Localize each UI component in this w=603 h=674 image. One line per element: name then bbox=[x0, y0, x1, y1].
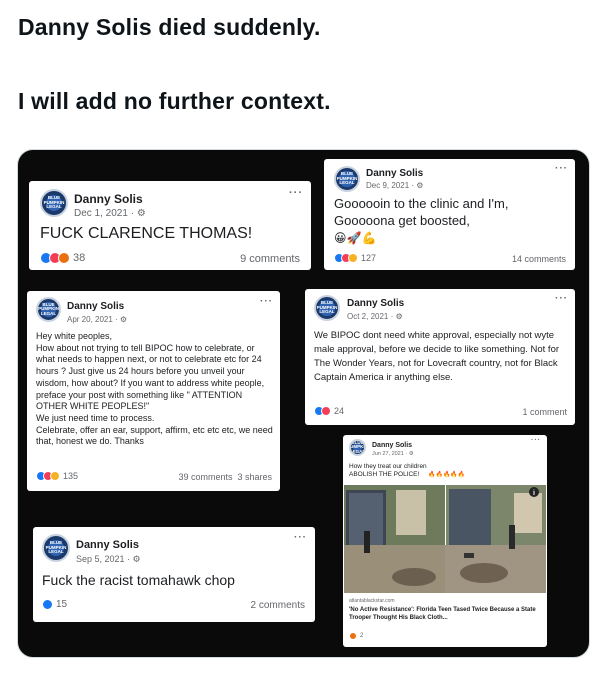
post-date: Jun 27, 2021 · ⚙ bbox=[372, 451, 414, 457]
post-author: Danny Solis bbox=[366, 168, 424, 179]
avatar: BLUE PUMPKIN LEGAL bbox=[40, 189, 68, 217]
more-options-icon[interactable]: ··· bbox=[289, 187, 303, 199]
reaction-summary[interactable]: 24 bbox=[314, 406, 344, 416]
post-text: Fuck the racist tomahawk chop bbox=[42, 572, 235, 588]
avatar-logo: BLUE PUMPKIN LEGAL bbox=[316, 300, 338, 316]
reaction-summary[interactable]: 38 bbox=[40, 252, 85, 264]
comment-count[interactable]: 39 comments 3 shares bbox=[178, 472, 272, 482]
comment-count[interactable]: 2 comments bbox=[251, 600, 305, 611]
post-card: BLUE PUMPKIN LEGAL Danny Solis Dec 9, 20… bbox=[324, 159, 575, 270]
emoji-line: 😀🚀💪 bbox=[334, 231, 377, 245]
post-text: How they treat our children ABOLISH THE … bbox=[349, 463, 427, 478]
care-reaction-icon bbox=[50, 471, 60, 481]
post-author: Danny Solis bbox=[372, 442, 413, 449]
reaction-count: 24 bbox=[334, 406, 345, 416]
more-options-icon[interactable]: ··· bbox=[531, 437, 541, 444]
post-author: Danny Solis bbox=[347, 298, 405, 309]
avatar: BLUE PUMPKIN LEGAL bbox=[42, 534, 70, 562]
reaction-count: 127 bbox=[361, 253, 377, 263]
post-date: Apr 20, 2021 · ⚙ bbox=[67, 315, 128, 324]
post-text: Hey white peoples, How about not trying … bbox=[36, 331, 273, 447]
angry-reaction-icon bbox=[349, 632, 357, 640]
link-title[interactable]: 'No Active Resistance': Florida Teen Tas… bbox=[349, 606, 541, 622]
more-options-icon[interactable]: ··· bbox=[260, 296, 273, 307]
news-photo[interactable]: i bbox=[344, 485, 546, 593]
post-author: Danny Solis bbox=[74, 192, 143, 206]
news-photo-graphic: i bbox=[344, 485, 546, 593]
reaction-count: 2 bbox=[360, 633, 364, 639]
reaction-summary[interactable]: 127 bbox=[334, 253, 376, 263]
love-reaction-icon bbox=[321, 406, 331, 416]
avatar-logo: BLUE PUMPKIN LEGAL bbox=[38, 301, 59, 317]
reaction-summary[interactable]: 15 bbox=[42, 599, 67, 610]
care-reaction-icon bbox=[348, 253, 358, 263]
avatar: BLUE PUMPKIN LEGAL bbox=[36, 297, 61, 322]
svg-text:i: i bbox=[533, 490, 535, 497]
angry-reaction-icon bbox=[58, 252, 70, 264]
reaction-count: 15 bbox=[56, 599, 68, 610]
link-domain: atlantablackstar.com bbox=[349, 598, 395, 604]
post-date: Oct 2, 2021 · ⚙ bbox=[347, 312, 403, 321]
more-options-icon[interactable]: ··· bbox=[294, 532, 307, 543]
reaction-count: 135 bbox=[63, 471, 79, 481]
post-card: BLUE PUMPKIN LEGAL Danny Solis Dec 1, 20… bbox=[29, 181, 311, 270]
reaction-count: 38 bbox=[73, 252, 86, 264]
avatar-logo: BLUE PUMPKIN LEGAL bbox=[349, 439, 366, 454]
more-options-icon[interactable]: ··· bbox=[555, 163, 568, 174]
avatar-logo: BLUE PUMPKIN LEGAL bbox=[336, 171, 358, 187]
post-card: BLUE PUMPKIN LEGAL Danny Solis Oct 2, 20… bbox=[305, 289, 575, 425]
like-reaction-icon bbox=[42, 599, 53, 610]
reaction-summary[interactable]: 2 bbox=[349, 632, 363, 640]
image-collage[interactable]: BLUE PUMPKIN LEGAL Danny Solis Dec 1, 20… bbox=[17, 149, 590, 658]
avatar: BLUE PUMPKIN LEGAL bbox=[314, 295, 340, 321]
fire-emoji-line: 🔥🔥🔥🔥🔥 bbox=[428, 472, 466, 478]
reaction-summary[interactable]: 135 bbox=[36, 471, 78, 481]
post-card: BLUE PUMPKIN LEGAL Danny Solis Jun 27, 2… bbox=[343, 435, 547, 647]
more-options-icon[interactable]: ··· bbox=[555, 293, 568, 304]
comment-count[interactable]: 14 comments bbox=[512, 254, 566, 264]
tweet-text-line-1: Danny Solis died suddenly. bbox=[18, 14, 321, 40]
avatar: BLUE PUMPKIN LEGAL bbox=[349, 439, 366, 456]
avatar-logo: BLUE PUMPKIN LEGAL bbox=[44, 194, 64, 212]
post-text: FUCK CLARENCE THOMAS! bbox=[40, 225, 253, 242]
post-date: Sep 5, 2021 · ⚙ bbox=[76, 554, 141, 564]
post-text: We BIPOC dont need white approval, espec… bbox=[314, 330, 560, 383]
post-author: Danny Solis bbox=[76, 539, 139, 551]
post-author: Danny Solis bbox=[67, 301, 125, 312]
post-card: BLUE PUMPKIN LEGAL Danny Solis Apr 20, 2… bbox=[27, 291, 280, 491]
post-date: Dec 9, 2021 · ⚙ bbox=[366, 181, 424, 190]
comment-count[interactable]: 1 comment bbox=[522, 407, 567, 417]
post-text: Goooooin to the clinic and I'm, Gooooona… bbox=[334, 196, 509, 228]
avatar: BLUE PUMPKIN LEGAL bbox=[334, 166, 360, 192]
tweet-text-line-2: I will add no further context. bbox=[18, 88, 331, 114]
post-card: BLUE PUMPKIN LEGAL Danny Solis Sep 5, 20… bbox=[33, 527, 315, 622]
post-date: Dec 1, 2021 · ⚙ bbox=[74, 208, 146, 219]
avatar-logo: BLUE PUMPKIN LEGAL bbox=[46, 539, 66, 557]
comment-count[interactable]: 9 comments bbox=[240, 253, 300, 265]
